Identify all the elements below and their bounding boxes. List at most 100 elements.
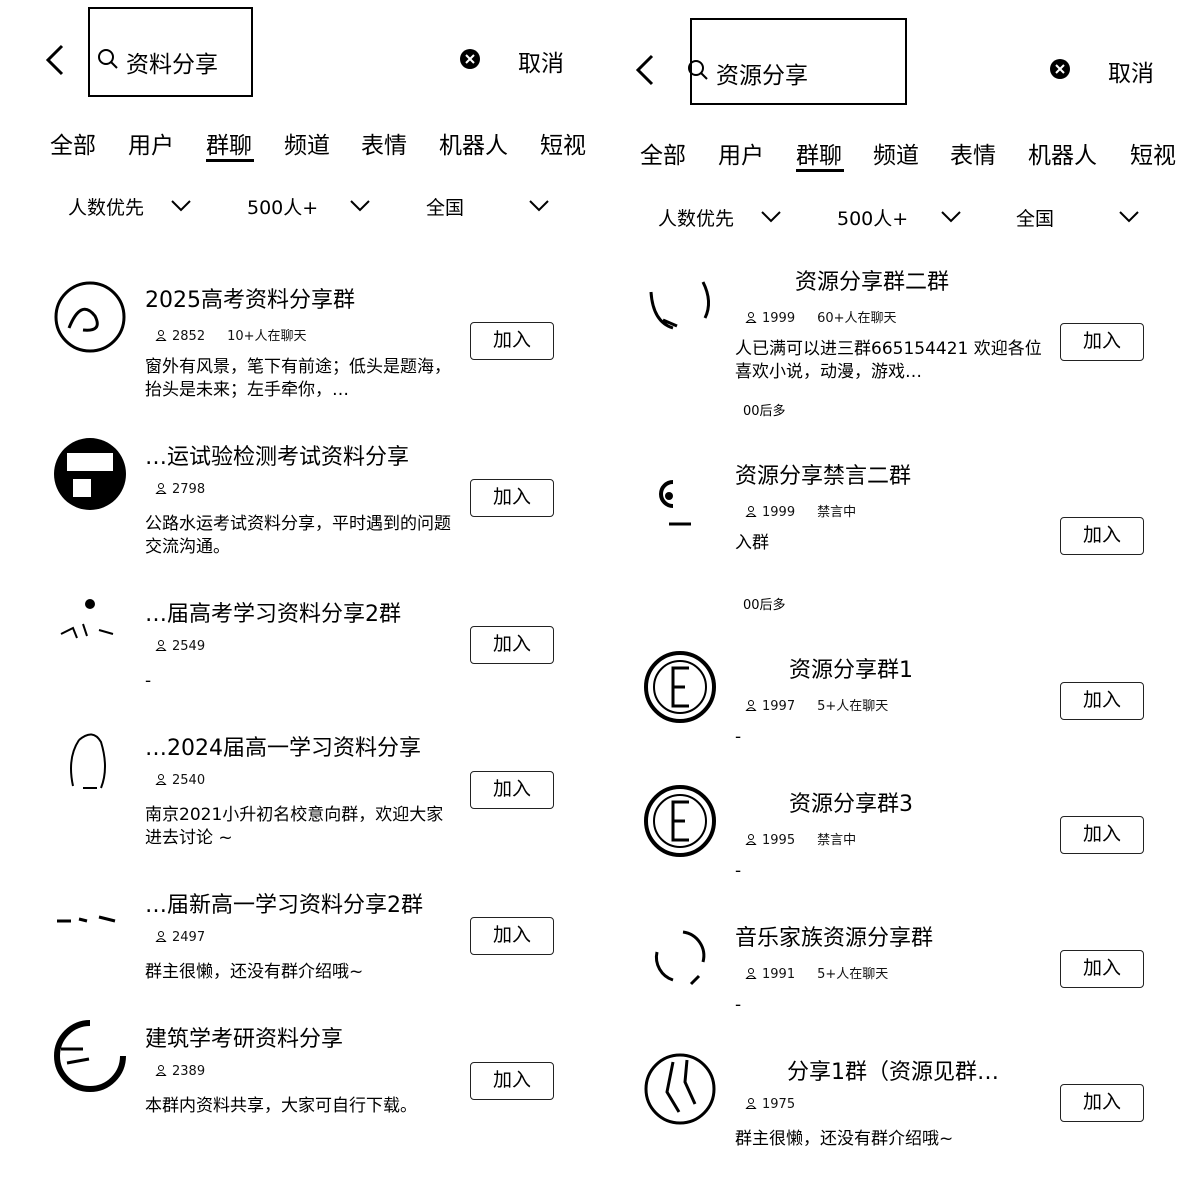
tab-bots[interactable]: 机器人 — [439, 126, 508, 160]
group-meta: 2497 — [155, 930, 227, 945]
search-bar: 资源分享 取消 — [610, 0, 1200, 110]
filter-sort[interactable]: 人数优先 — [68, 193, 144, 220]
member-count: 2549 — [172, 639, 206, 654]
tab-stickers[interactable]: 表情 — [361, 126, 407, 160]
group-avatar — [53, 1019, 127, 1093]
cancel-button[interactable]: 取消 — [518, 44, 564, 78]
tab-channels[interactable]: 频道 — [284, 126, 330, 160]
join-button[interactable]: 加入 — [470, 771, 554, 809]
join-button[interactable]: 加入 — [1060, 950, 1144, 988]
search-input[interactable]: 资源分享 — [688, 18, 907, 105]
join-button[interactable]: 加入 — [1060, 682, 1144, 720]
join-button[interactable]: 加入 — [470, 626, 554, 664]
member-count: 2798 — [172, 482, 206, 497]
group-avatar — [53, 885, 127, 959]
group-description: 群主很懒，还没有群介绍哦~ — [735, 1129, 954, 1149]
person-icon — [155, 1064, 167, 1076]
search-input[interactable]: 资料分享 — [88, 7, 253, 97]
back-button[interactable] — [40, 40, 70, 80]
tab-short-video[interactable]: 短视 — [1130, 136, 1176, 170]
join-button[interactable]: 加入 — [470, 1062, 554, 1100]
tab-users[interactable]: 用户 — [128, 126, 174, 160]
filter-size[interactable]: 500人+ — [837, 204, 908, 231]
tab-all[interactable]: 全部 — [50, 126, 96, 160]
group-meta: 1995 禁言中 — [745, 829, 856, 848]
chevron-down-icon[interactable] — [1118, 209, 1140, 223]
group-avatar — [643, 784, 717, 858]
tab-group-chat[interactable]: 群聊 — [206, 126, 252, 160]
chevron-down-icon[interactable] — [528, 198, 550, 212]
filter-region[interactable]: 全国 — [1016, 204, 1054, 231]
tab-channels[interactable]: 频道 — [873, 136, 919, 170]
group-description: 公路水运考试资料分享，平时遇到的问题交流沟通。 — [145, 514, 451, 557]
chevron-down-icon[interactable] — [349, 198, 371, 212]
group-description: 南京2021小升初名校意向群，欢迎大家进去讨论 ~ — [145, 805, 444, 848]
cancel-button[interactable]: 取消 — [1108, 54, 1154, 88]
group-description: - — [735, 861, 742, 881]
member-count: 1999 — [762, 311, 796, 326]
group-description: 群主很懒，还没有群介绍哦~ — [145, 962, 364, 982]
tab-short-video[interactable]: 短视 — [540, 126, 586, 160]
join-button[interactable]: 加入 — [1060, 1084, 1144, 1122]
back-button[interactable] — [630, 50, 660, 90]
search-query: 资源分享 — [716, 63, 808, 89]
join-button[interactable]: 加入 — [1060, 323, 1144, 361]
chevron-down-icon[interactable] — [760, 209, 782, 223]
filter-size[interactable]: 500人+ — [247, 193, 318, 220]
group-description: - — [735, 995, 742, 1015]
activity-status: 10+人在聊天 — [227, 329, 307, 344]
chevron-down-icon[interactable] — [940, 209, 962, 223]
group-avatar — [643, 918, 717, 992]
group-description: 入群 — [735, 533, 769, 553]
group-avatar — [53, 437, 127, 511]
join-button[interactable]: 加入 — [1060, 517, 1144, 555]
group-title: 2025高考资料分享群 — [145, 288, 355, 313]
group-avatar — [643, 456, 717, 530]
person-icon — [155, 639, 167, 651]
group-avatar — [643, 262, 717, 336]
join-button[interactable]: 加入 — [470, 917, 554, 955]
group-meta: 1999 60+人在聊天 — [745, 307, 897, 326]
group-meta: 2549 — [155, 639, 227, 654]
group-title: …2024届高一学习资料分享 — [145, 736, 421, 761]
group-avatar — [643, 650, 717, 724]
search-query: 资料分享 — [126, 52, 218, 78]
member-count: 2540 — [172, 773, 206, 788]
group-title: 资源分享禁言二群 — [735, 464, 912, 489]
person-icon — [155, 930, 167, 942]
person-icon — [745, 311, 757, 323]
clear-icon[interactable] — [458, 47, 482, 71]
tab-users[interactable]: 用户 — [718, 136, 764, 170]
search-screen-left: 资料分享 取消 全部 用户 群聊 频道 表情 机器人 短视 人数优先 500人+… — [0, 0, 590, 1200]
group-meta: 2798 — [155, 482, 227, 497]
group-title: 资源分享群1 — [789, 658, 913, 683]
clear-icon[interactable] — [1048, 57, 1072, 81]
activity-status: 60+人在聊天 — [817, 311, 897, 326]
filter-sort[interactable]: 人数优先 — [658, 204, 734, 231]
group-description: 本群内资料共享，大家可自行下载。 — [145, 1096, 417, 1116]
tab-group-chat[interactable]: 群聊 — [796, 136, 842, 170]
join-button[interactable]: 加入 — [470, 322, 554, 360]
filter-region[interactable]: 全国 — [426, 193, 464, 220]
activity-status: 禁言中 — [817, 833, 857, 848]
join-button[interactable]: 加入 — [470, 479, 554, 517]
member-count: 2497 — [172, 930, 206, 945]
group-avatar — [53, 594, 127, 668]
tab-all[interactable]: 全部 — [640, 136, 686, 170]
join-button[interactable]: 加入 — [1060, 816, 1144, 854]
active-tab-indicator — [206, 159, 254, 162]
search-icon — [686, 58, 710, 82]
member-count: 1997 — [762, 699, 796, 714]
group-description: - — [145, 671, 152, 691]
member-count: 1995 — [762, 833, 796, 848]
person-icon — [745, 699, 757, 711]
chevron-down-icon[interactable] — [170, 198, 192, 212]
member-count: 1991 — [762, 967, 796, 982]
activity-status: 5+人在聊天 — [817, 699, 889, 714]
person-icon — [155, 482, 167, 494]
activity-status: 禁言中 — [817, 505, 857, 520]
person-icon — [155, 773, 167, 785]
tab-bots[interactable]: 机器人 — [1028, 136, 1097, 170]
tab-stickers[interactable]: 表情 — [950, 136, 996, 170]
person-icon — [155, 329, 167, 341]
